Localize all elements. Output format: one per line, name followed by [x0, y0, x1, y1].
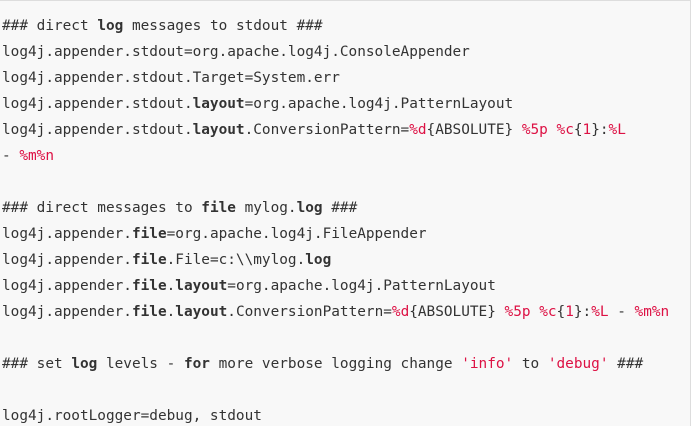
code-line: log4j.appender.file.File=c:\\mylog.log	[2, 247, 669, 273]
code-token-plain: .	[166, 278, 176, 294]
code-token-keyword: layout	[175, 304, 228, 320]
code-token-plain: ###	[608, 356, 644, 372]
code-token-pattern: %5p	[504, 304, 531, 320]
code-token-keyword: layout	[192, 96, 245, 112]
code-token-plain: log4j.appender.stdout.Target=System.err	[2, 70, 340, 86]
code-token-plain: -	[2, 148, 20, 164]
code-token-plain: {ABSOLUTE}	[426, 122, 522, 138]
code-token-keyword: log	[71, 356, 98, 372]
code-line: log4j.appender.file.layout=org.apache.lo…	[2, 273, 669, 299]
code-token-plain: .	[166, 304, 176, 320]
code-token-plain: =org.apache.log4j.PatternLayout	[244, 96, 514, 112]
code-line: log4j.appender.stdout.Target=System.err	[2, 65, 669, 91]
code-token-plain: =org.apache.log4j.FileAppender	[166, 226, 427, 242]
code-token-plain: log4j.appender.	[2, 278, 132, 294]
code-token-plain: ### direct messages to	[2, 200, 202, 216]
code-token-plain: =org.apache.log4j.PatternLayout	[227, 278, 496, 294]
code-line: ### set log levels - for more verbose lo…	[2, 351, 669, 377]
code-line: log4j.appender.stdout.layout=org.apache.…	[2, 91, 669, 117]
code-block: ### direct log messages to stdout ### log…	[0, 0, 691, 426]
code-token-plain: -	[608, 304, 635, 320]
code-token-plain: log4j.appender.	[2, 252, 132, 268]
code-token-pattern: %5p	[521, 122, 548, 138]
code-token-keyword: layout	[192, 122, 245, 138]
code-token-plain: .File=c:\\mylog.	[166, 252, 306, 268]
code-token-plain: {ABSOLUTE}	[409, 304, 505, 320]
code-token-plain: ### set	[2, 356, 72, 372]
code-token-keyword: layout	[175, 278, 228, 294]
code-token-keyword: file	[201, 200, 236, 216]
code-token-plain: log4j.appender.stdout.	[2, 96, 193, 112]
code-line: ### direct messages to file mylog.log ##…	[2, 195, 669, 221]
code-token-plain: }:	[573, 304, 592, 320]
code-line: log4j.appender.file=org.apache.log4j.Fil…	[2, 221, 669, 247]
code-token-pattern: %c	[556, 122, 574, 138]
code-line: log4j.rootLogger=debug, stdout	[2, 403, 669, 426]
code-token-plain: log4j.appender.	[2, 226, 132, 242]
code-token-plain: messages to stdout ###	[123, 18, 323, 34]
code-token-plain: log4j.appender.	[2, 304, 132, 320]
code-token-keyword: file	[131, 252, 167, 268]
code-token-plain: {	[573, 122, 583, 138]
code-token-pattern: %L	[591, 304, 609, 320]
code-token-keyword: file	[131, 226, 167, 242]
code-token-plain: to	[513, 356, 548, 372]
code-token-plain: levels -	[97, 356, 184, 372]
code-text: ### direct log messages to stdout ### log…	[2, 13, 669, 426]
code-token-pattern: %m%n	[19, 148, 54, 164]
code-token-plain: log4j.appender.stdout=org.apache.log4j.C…	[2, 44, 470, 60]
code-token-keyword: log	[296, 200, 323, 216]
code-line: log4j.appender.stdout.layout.ConversionP…	[2, 117, 669, 143]
code-line: ### direct log messages to stdout ###	[2, 13, 669, 39]
code-token-keyword: log	[305, 252, 332, 268]
code-token-plain: log4j.rootLogger=debug, stdout	[2, 408, 262, 424]
code-token-plain: mylog.	[235, 200, 297, 216]
code-token-plain: ###	[322, 200, 358, 216]
code-token-keyword: for	[183, 356, 210, 372]
code-token-plain: {	[556, 304, 566, 320]
code-token-string: 'debug'	[547, 356, 609, 372]
code-token-keyword: file	[131, 278, 167, 294]
code-line: log4j.appender.file.layout.ConversionPat…	[2, 299, 669, 325]
code-token-pattern: 1	[582, 122, 592, 138]
code-token-plain: .ConversionPattern=	[227, 304, 392, 320]
code-token-keyword: log	[97, 18, 124, 34]
code-line: log4j.appender.stdout=org.apache.log4j.C…	[2, 39, 669, 65]
code-token-pattern: 1	[565, 304, 574, 320]
code-token-pattern: %d	[391, 304, 410, 320]
code-line: - %m%n	[2, 143, 669, 169]
code-token-plain: ### direct	[2, 18, 98, 34]
code-token-plain: }:	[591, 122, 609, 138]
code-token-pattern: %L	[608, 122, 626, 138]
code-token-keyword: file	[131, 304, 167, 320]
code-token-string: 'info'	[461, 356, 514, 372]
code-token-plain: more verbose logging change	[209, 356, 462, 372]
code-token-plain: log4j.appender.stdout.	[2, 122, 193, 138]
code-token-pattern: %m%n	[634, 304, 670, 320]
code-token-pattern: %c	[539, 304, 557, 320]
code-token-pattern: %d	[409, 122, 427, 138]
code-token-plain: .ConversionPattern=	[244, 122, 410, 138]
